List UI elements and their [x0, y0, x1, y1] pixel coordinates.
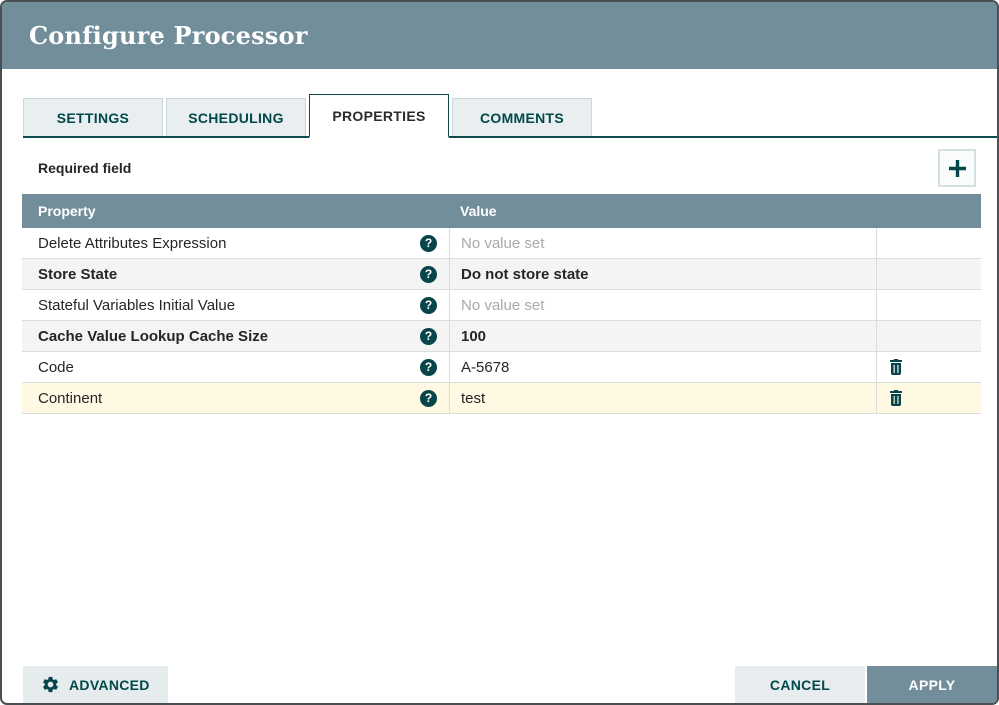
property-name: Stateful Variables Initial Value: [38, 296, 236, 314]
apply-button[interactable]: APPLY: [867, 666, 997, 703]
property-name: Continent: [38, 389, 103, 407]
help-icon[interactable]: ?: [420, 327, 437, 345]
property-value[interactable]: test: [449, 383, 876, 413]
tab-bar: SETTINGS SCHEDULING PROPERTIES COMMENTS: [23, 94, 997, 138]
tab-settings[interactable]: SETTINGS: [23, 98, 163, 136]
footer-action-buttons: CANCEL APPLY: [735, 666, 997, 703]
help-icon[interactable]: ?: [420, 296, 437, 314]
actions-cell: [876, 290, 981, 320]
property-name: Cache Value Lookup Cache Size: [38, 327, 269, 345]
tab-label: COMMENTS: [479, 109, 565, 126]
properties-toolbar: Required field: [23, 149, 976, 187]
property-value[interactable]: No value set: [449, 290, 876, 320]
table-row: Cache Value Lookup Cache Size? 100: [22, 321, 981, 352]
column-header-value: Value: [460, 203, 497, 219]
property-cell: Cache Value Lookup Cache Size?: [22, 321, 449, 351]
help-icon[interactable]: ?: [420, 358, 437, 376]
trash-icon: [889, 359, 903, 375]
property-name: Store State: [38, 265, 118, 283]
required-field-label: Required field: [38, 160, 132, 176]
table-row: Delete Attributes Expression? No value se…: [22, 228, 981, 259]
actions-cell: [876, 321, 981, 351]
table-header-row: Property Value: [22, 194, 981, 228]
column-header-property: Property: [38, 203, 96, 219]
tab-label: PROPERTIES: [332, 107, 426, 124]
actions-cell: [876, 383, 981, 413]
add-property-button[interactable]: [938, 149, 976, 187]
tab-scheduling[interactable]: SCHEDULING: [166, 98, 306, 136]
property-value[interactable]: 100: [449, 321, 876, 351]
trash-icon: [889, 390, 903, 406]
property-name: Code: [38, 358, 74, 376]
property-cell: Delete Attributes Expression?: [22, 228, 449, 258]
tab-comments[interactable]: COMMENTS: [452, 98, 592, 136]
advanced-button-label: ADVANCED: [69, 676, 150, 693]
property-value[interactable]: A-5678: [449, 352, 876, 382]
property-cell: Code?: [22, 352, 449, 382]
table-row: Store State? Do not store state: [22, 259, 981, 290]
delete-property-button[interactable]: [889, 390, 903, 406]
property-value[interactable]: Do not store state: [449, 259, 876, 289]
property-cell: Store State?: [22, 259, 449, 289]
help-icon[interactable]: ?: [420, 265, 437, 283]
advanced-button[interactable]: ADVANCED: [23, 666, 168, 703]
delete-property-button[interactable]: [889, 359, 903, 375]
cancel-button-label: CANCEL: [769, 676, 831, 693]
property-cell: Continent?: [22, 383, 449, 413]
tab-label: SETTINGS: [56, 109, 130, 126]
gear-icon: [41, 675, 60, 694]
properties-table: Property Value Delete Attributes Express…: [22, 194, 981, 414]
plus-icon: [948, 159, 966, 177]
help-icon[interactable]: ?: [420, 389, 437, 407]
dialog-title: Configure Processor: [29, 21, 308, 50]
table-row: Continent? test: [22, 383, 981, 414]
dialog-footer: ADVANCED CANCEL APPLY: [2, 666, 997, 703]
table-body: Delete Attributes Expression? No value se…: [22, 228, 981, 414]
table-row: Stateful Variables Initial Value? No valu…: [22, 290, 981, 321]
tab-label: SCHEDULING: [188, 109, 284, 126]
actions-cell: [876, 259, 981, 289]
help-icon[interactable]: ?: [420, 234, 437, 252]
apply-button-label: APPLY: [908, 676, 956, 693]
actions-cell: [876, 352, 981, 382]
property-cell: Stateful Variables Initial Value?: [22, 290, 449, 320]
property-name: Delete Attributes Expression: [38, 234, 227, 252]
tab-properties[interactable]: PROPERTIES: [309, 94, 449, 138]
dialog-header: Configure Processor: [2, 2, 997, 69]
table-row: Code? A-5678: [22, 352, 981, 383]
property-value[interactable]: No value set: [449, 228, 876, 258]
configure-processor-dialog: Configure Processor SETTINGS SCHEDULING …: [0, 0, 999, 705]
actions-cell: [876, 228, 981, 258]
cancel-button[interactable]: CANCEL: [735, 666, 865, 703]
